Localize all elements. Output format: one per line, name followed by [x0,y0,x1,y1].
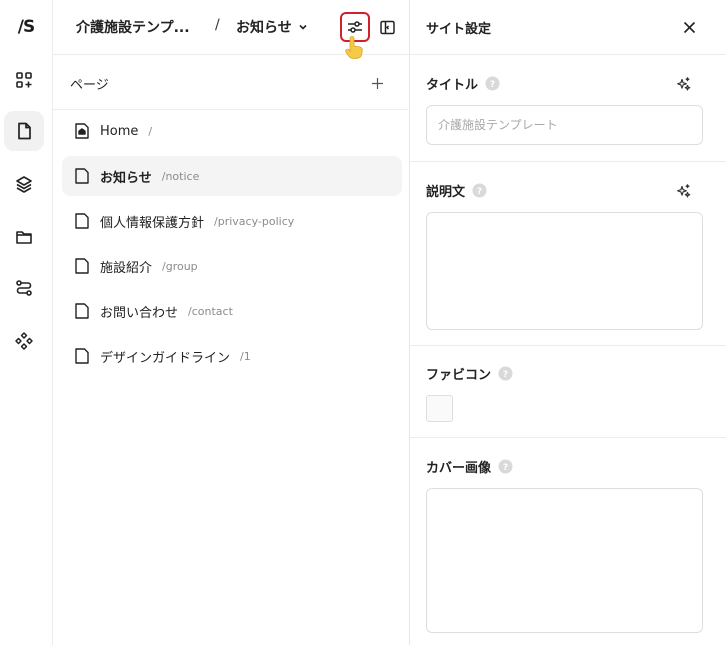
title-label: タイトル ? [426,74,500,93]
favicon-upload[interactable] [426,395,453,422]
sparkle-icon [676,76,690,90]
help-icon[interactable]: ? [498,366,513,381]
help-icon[interactable]: ? [498,459,513,474]
folder-icon [16,231,32,244]
description-label: 説明文 ? [426,181,487,200]
page-path: / [148,124,153,138]
help-icon[interactable]: ? [485,76,500,91]
page-name: 個人情報保護方針 [100,215,205,231]
settings-title: サイト設定 [426,22,492,37]
ai-generate-description-button[interactable] [672,180,694,202]
components-button[interactable] [4,321,44,361]
breadcrumb-page-dropdown[interactable]: お知らせ [236,17,308,37]
favicon-label: ファビコン ? [426,364,513,383]
page-icon [74,167,90,185]
cover-image-label: カバー画像 ? [426,457,513,476]
page-icon [74,212,90,230]
svg-text:?: ? [477,187,482,197]
page-name: デザインガイドライン [100,350,231,366]
routes-button[interactable] [4,268,44,308]
description-textarea[interactable] [426,212,703,330]
page-name: お問い合わせ [100,305,179,321]
add-section-button[interactable] [4,60,44,100]
page-list-item-design-guideline[interactable]: デザインガイドライン /1 [62,336,402,376]
page-list-item-group[interactable]: 施設紹介 /group [62,246,402,286]
components-icon [15,332,33,350]
files-button[interactable] [4,217,44,257]
add-page-button[interactable] [366,72,388,94]
breadcrumb-separator: / [215,17,220,33]
close-settings-button[interactable] [678,16,700,38]
page-list-item-privacy-policy[interactable]: 個人情報保護方針 /privacy-policy [62,201,402,241]
pages-header: ページ [53,55,410,110]
page-icon [74,257,90,275]
page-list: Home / お知らせ /notice 個人情報保護方針 /privacy-po… [62,111,402,381]
layers-button[interactable] [4,164,44,204]
page-list-item-contact[interactable]: お問い合わせ /contact [62,291,402,331]
app-logo[interactable]: ∕S [8,14,44,40]
description-section: 説明文 ? [410,162,726,346]
svg-text:?: ? [503,463,508,473]
ai-generate-title-button[interactable] [672,73,694,95]
help-icon[interactable]: ? [472,183,487,198]
page-icon [18,122,31,140]
page-icon [74,302,90,320]
pages-panel: 介護施設テンプ... / お知らせ ページ Home / お知らせ /notic… [53,0,410,645]
page-path: /privacy-policy [214,214,295,228]
title-input[interactable] [426,105,703,145]
sidebar-panel-icon [379,20,395,34]
description-label-text: 説明文 [426,185,466,200]
favicon-label-text: ファビコン [426,368,492,383]
layers-icon [16,176,32,193]
route-icon [16,280,32,296]
cover-image-label-text: カバー画像 [426,461,492,476]
cover-image-upload[interactable] [426,488,703,633]
svg-text:?: ? [503,370,508,380]
icon-rail: ∕S [0,0,53,645]
title-section: タイトル ? [410,55,726,162]
page-path: /notice [161,169,200,183]
cover-image-section: カバー画像 ? [410,438,726,645]
site-settings-panel: サイト設定 タイトル ? 説明文 ? [410,0,726,645]
page-name: お知らせ [100,170,152,186]
toggle-panel-button[interactable] [377,17,397,37]
plus-icon [371,77,383,89]
page-name: 施設紹介 [100,260,153,276]
svg-text:?: ? [490,80,495,90]
title-label-text: タイトル [426,78,479,93]
pages-title: ページ [70,78,109,93]
page-icon [74,347,90,365]
close-icon [683,21,695,33]
top-bar: 介護施設テンプ... / お知らせ [53,0,410,59]
home-page-icon [74,122,90,140]
page-path: /1 [240,349,251,363]
page-name: Home [100,123,139,139]
page-list-item-notice[interactable]: お知らせ /notice [62,156,402,196]
grid-add-icon [16,72,32,88]
page-path: /contact [188,304,233,318]
page-list-item-home[interactable]: Home / [62,111,402,151]
breadcrumb-page-label: お知らせ [236,20,292,36]
page-path: /group [162,259,198,273]
settings-header: サイト設定 [410,0,726,55]
sparkle-icon [676,183,690,197]
chevron-down-icon [299,24,307,30]
favicon-section: ファビコン ? [410,346,726,438]
breadcrumb-site[interactable]: 介護施設テンプ... [76,17,190,37]
pages-button[interactable] [4,111,44,151]
